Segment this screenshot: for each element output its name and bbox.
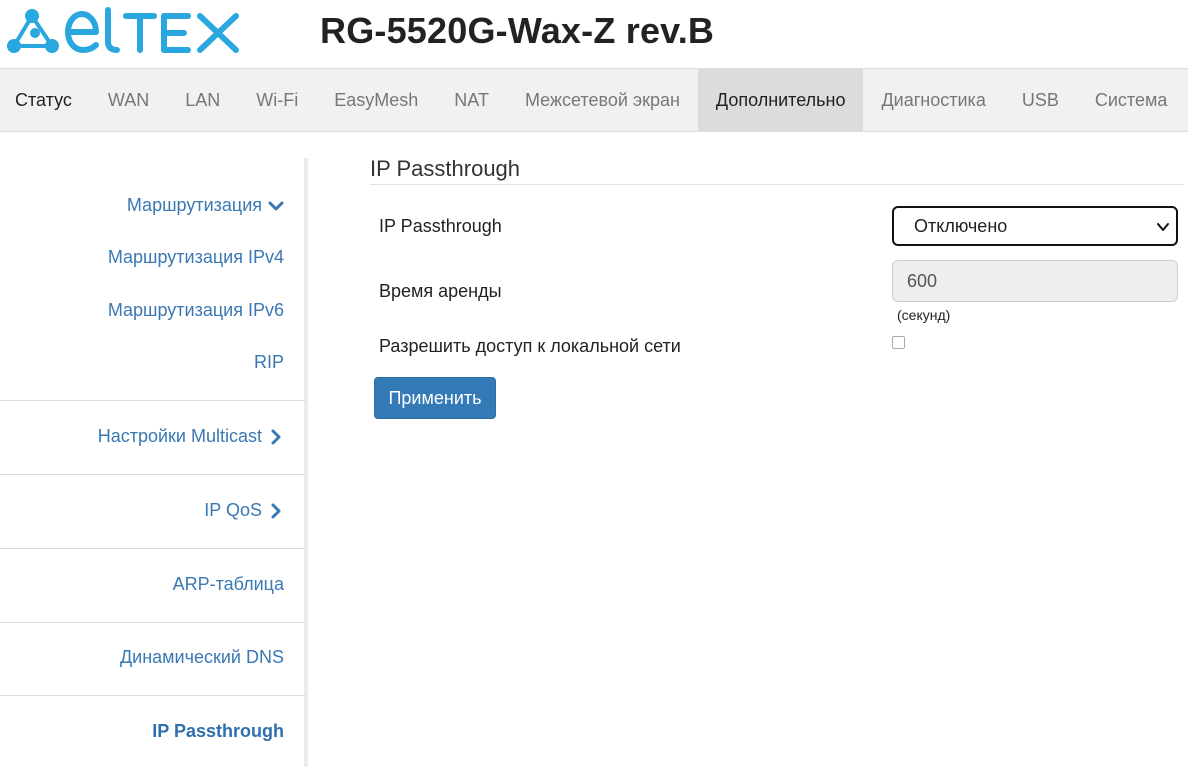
lease-time-label: Время аренды: [379, 281, 502, 301]
sidebar-item-routing-ipv4[interactable]: Маршрутизация IPv4: [108, 247, 284, 268]
sidebar-item-rip[interactable]: RIP: [254, 352, 284, 373]
apply-button[interactable]: Применить: [374, 377, 496, 419]
lan-access-checkbox[interactable]: [892, 336, 905, 349]
sidebar-item-routing-ipv6[interactable]: Маршрутизация IPv6: [108, 300, 284, 321]
nav-tab-system[interactable]: Система: [1077, 69, 1186, 131]
sidebar-item-routing-label: Маршрутизация: [126, 195, 262, 215]
device-model-title: RG-5520G-Wax-Z rev.B: [320, 10, 715, 51]
lease-time-units: (секунд): [897, 307, 951, 323]
sidebar-item-ip-qos[interactable]: IP QoS: [204, 500, 284, 521]
sidebar-divider: [0, 695, 306, 696]
nav-tab-status[interactable]: Статус: [0, 69, 90, 131]
nav-tab-easymesh[interactable]: EasyMesh: [316, 69, 436, 131]
sidebar-item-multicast-label: Настройки Multicast: [97, 426, 262, 446]
sidebar-divider: [0, 548, 306, 549]
header: RG-5520G-Wax-Z rev.B: [0, 0, 1188, 68]
ip-passthrough-label: IP Passthrough: [379, 216, 502, 236]
chevron-down-icon: [268, 201, 284, 210]
eltex-logo: [7, 7, 239, 53]
sidebar-item-ip-passthrough[interactable]: IP Passthrough: [152, 721, 284, 742]
chevron-down-icon: [1157, 223, 1169, 231]
chevron-right-icon: [271, 429, 281, 444]
ip-passthrough-selected-value: Отключено: [914, 215, 1008, 236]
sidebar-item-multicast[interactable]: Настройки Multicast: [98, 426, 284, 447]
top-navigation: Статус WAN LAN Wi-Fi EasyMesh NAT Межсет…: [0, 68, 1188, 132]
nav-tab-advanced[interactable]: Дополнительно: [697, 69, 864, 131]
ip-passthrough-select[interactable]: Отключено: [892, 206, 1178, 246]
sidebar-divider: [0, 474, 306, 475]
sidebar-item-routing[interactable]: Маршрутизация: [127, 195, 284, 216]
page-title: IP Passthrough: [370, 156, 1184, 185]
nav-tab-wifi[interactable]: Wi-Fi: [238, 69, 316, 131]
lease-time-input[interactable]: [892, 260, 1178, 302]
sidebar-item-arp-table[interactable]: ARP-таблица: [173, 574, 284, 595]
nav-tab-lan[interactable]: LAN: [167, 69, 238, 131]
sidebar-item-dynamic-dns[interactable]: Динамический DNS: [120, 647, 284, 668]
nav-tab-firewall[interactable]: Межсетевой экран: [507, 69, 698, 131]
chevron-right-icon: [271, 503, 281, 518]
nav-tab-usb[interactable]: USB: [1004, 69, 1077, 131]
nav-tab-wan[interactable]: WAN: [90, 69, 167, 131]
nav-tab-nat[interactable]: NAT: [436, 69, 507, 131]
sidebar-divider: [0, 400, 306, 401]
nav-tab-diagnostics[interactable]: Диагностика: [863, 69, 1003, 131]
sidebar: Маршрутизация Маршрутизация IPv4 Маршрут…: [0, 158, 308, 767]
lan-access-label: Разрешить доступ к локальной сети: [379, 336, 681, 356]
sidebar-divider: [0, 622, 306, 623]
sidebar-item-ip-qos-label: IP QoS: [204, 500, 262, 520]
